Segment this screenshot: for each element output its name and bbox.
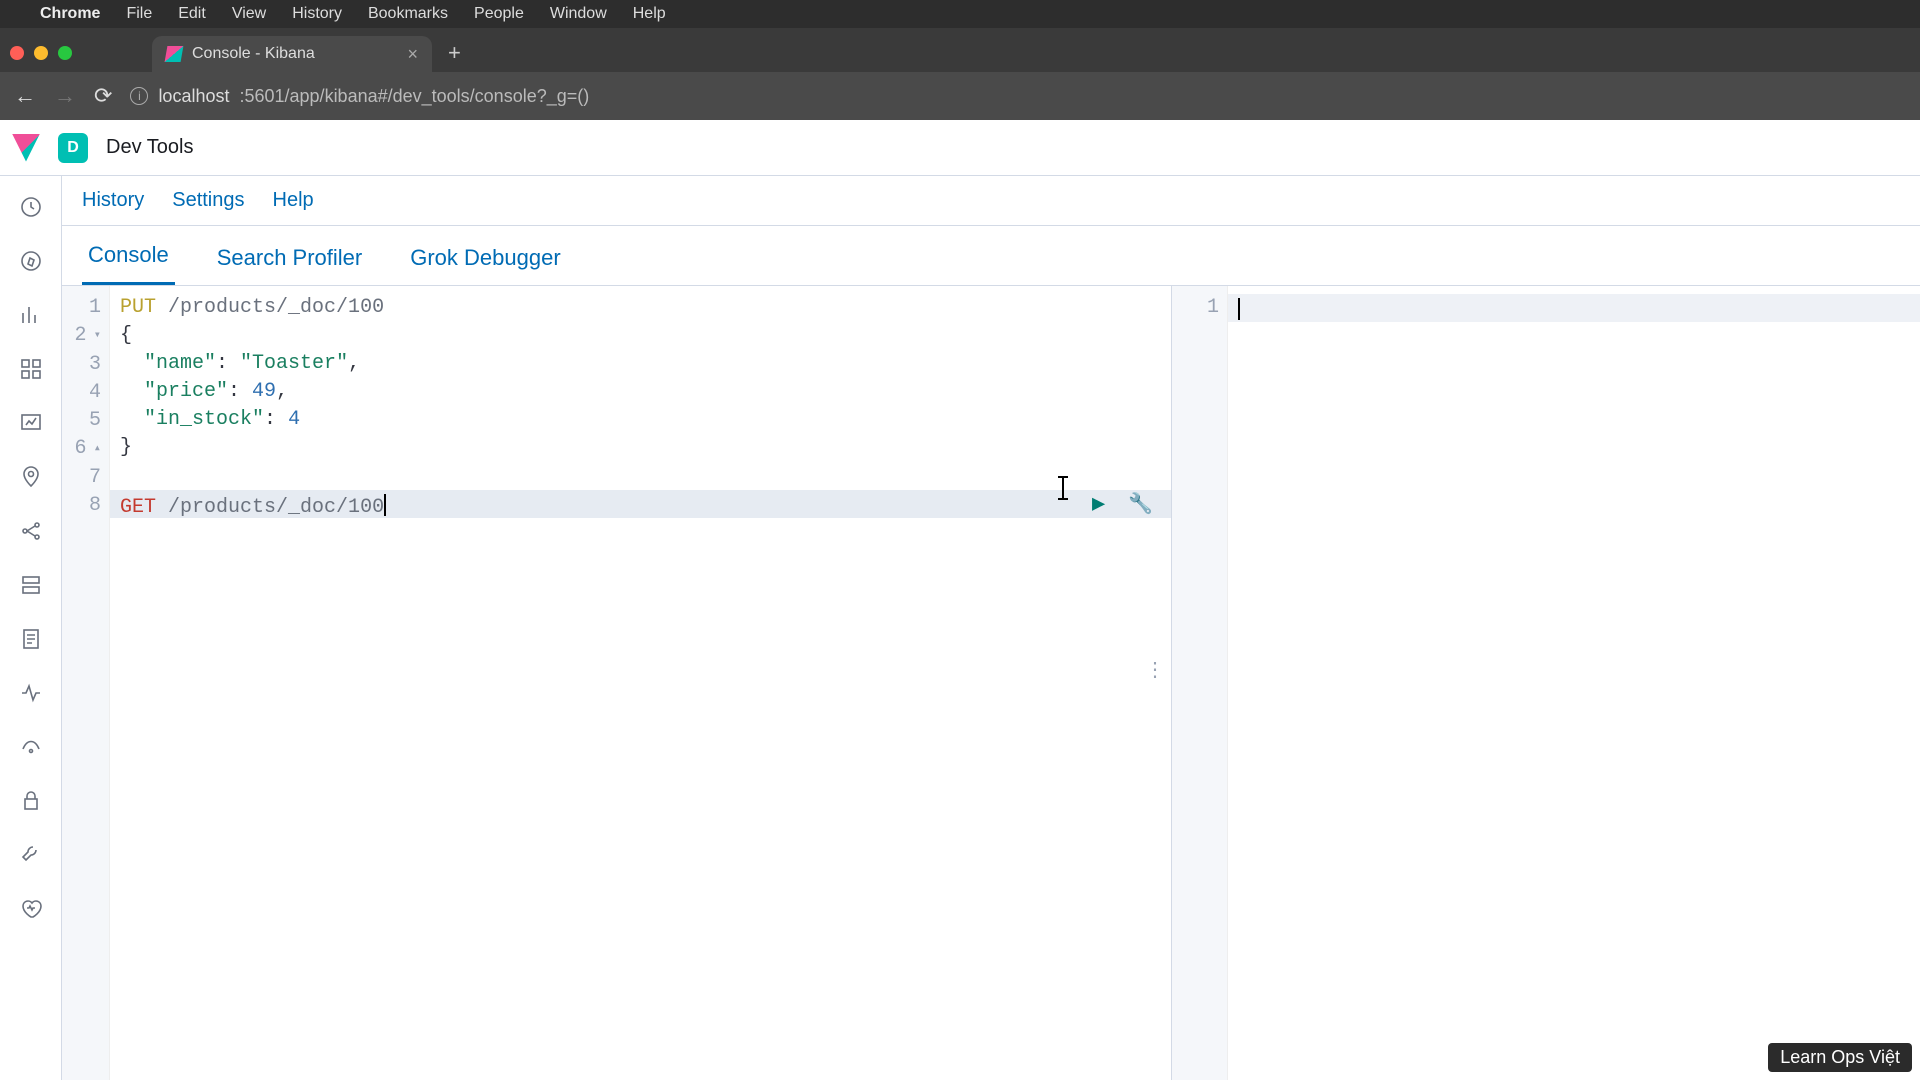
menu-window[interactable]: Window [550, 5, 607, 23]
kibana-app: D Dev Tools History Settings Help Consol… [0, 120, 1920, 1080]
link-settings[interactable]: Settings [172, 189, 244, 212]
tab-console[interactable]: Console [82, 228, 175, 285]
url-path: :5601/app/kibana#/dev_tools/console?_g=(… [239, 86, 589, 107]
response-code [1228, 286, 1920, 1080]
tab-search-profiler[interactable]: Search Profiler [211, 231, 369, 285]
kibana-logo-icon[interactable] [12, 134, 40, 162]
response-gutter: 1 [1172, 286, 1228, 1080]
nav-reload-button[interactable]: ⟳ [94, 83, 112, 109]
devtools-subheader: History Settings Help [62, 176, 1920, 226]
nav-apm-icon[interactable] [18, 680, 44, 706]
line-number: 1 [1172, 294, 1219, 322]
link-history[interactable]: History [82, 189, 144, 212]
nav-uptime-icon[interactable] [18, 734, 44, 760]
macos-menubar: Chrome File Edit View History Bookmarks … [0, 0, 1920, 28]
site-info-icon[interactable]: i [130, 87, 148, 105]
space-selector-button[interactable]: D [58, 133, 88, 163]
line-number: 4 [62, 379, 101, 407]
link-help[interactable]: Help [273, 189, 314, 212]
menu-edit[interactable]: Edit [178, 5, 206, 23]
pane-resize-handle[interactable]: ⋮ [1145, 657, 1165, 683]
text-cursor [1238, 298, 1240, 320]
nav-forward-button[interactable]: → [54, 83, 76, 109]
json-key: "name" [144, 352, 216, 375]
request-path: /products/_doc/100 [168, 496, 384, 519]
json-number: 49 [252, 380, 276, 403]
menu-people[interactable]: People [474, 5, 524, 23]
window-close-button[interactable] [10, 46, 24, 60]
chrome-window: Console - Kibana × + ← → ⟳ i localhost :5… [0, 28, 1920, 120]
line-number: 1 [62, 294, 101, 322]
response-pane[interactable]: 1 [1172, 286, 1920, 1080]
nav-ml-icon[interactable] [18, 518, 44, 544]
request-path: /products/_doc/100 [168, 296, 384, 319]
tab-grok-debugger[interactable]: Grok Debugger [404, 231, 566, 285]
window-zoom-button[interactable] [58, 46, 72, 60]
menu-history[interactable]: History [292, 5, 342, 23]
page-title: Dev Tools [106, 136, 193, 159]
tab-title: Console - Kibana [192, 45, 315, 63]
brace-close: } [120, 436, 132, 459]
devtools-tabs: Console Search Profiler Grok Debugger [62, 226, 1920, 286]
line-number: 2 ▾ [62, 322, 101, 351]
kibana-side-nav [0, 176, 62, 1080]
nav-logs-icon[interactable] [18, 626, 44, 652]
line-number: 6 ▴ [62, 435, 101, 464]
kibana-header: D Dev Tools [0, 120, 1920, 176]
tab-close-button[interactable]: × [407, 44, 418, 65]
menu-help[interactable]: Help [633, 5, 666, 23]
nav-infrastructure-icon[interactable] [18, 572, 44, 598]
window-controls [10, 46, 72, 60]
http-method: PUT [120, 296, 156, 319]
chrome-tabstrip: Console - Kibana × + [0, 28, 1920, 72]
nav-dashboard-icon[interactable] [18, 356, 44, 382]
line-number: 5 [62, 407, 101, 435]
send-request-button[interactable]: ▶ [1092, 491, 1105, 517]
menu-file[interactable]: File [126, 5, 152, 23]
tab-favicon-icon [165, 46, 184, 62]
window-minimize-button[interactable] [34, 46, 48, 60]
json-number: 4 [288, 408, 300, 431]
line-number: 3 [62, 351, 101, 379]
line-number: 7 [62, 464, 101, 492]
request-editor[interactable]: 1 2 ▾ 3 4 5 6 ▴ 7 8 PUT /products/_doc/1… [62, 286, 1172, 1080]
menubar-app-name[interactable]: Chrome [40, 5, 100, 23]
new-tab-button[interactable]: + [448, 40, 461, 66]
nav-maps-icon[interactable] [18, 464, 44, 490]
brace-open: { [120, 324, 132, 347]
request-options-button[interactable]: 🔧 [1128, 491, 1153, 517]
json-key: "in_stock" [144, 408, 264, 431]
console-panes: 1 2 ▾ 3 4 5 6 ▴ 7 8 PUT /products/_doc/1… [62, 286, 1920, 1080]
editor-code[interactable]: PUT /products/_doc/100 { "name": "Toaste… [110, 286, 1171, 1080]
nav-monitoring-icon[interactable] [18, 896, 44, 922]
nav-recent-icon[interactable] [18, 194, 44, 220]
video-watermark: Learn Ops Việt [1768, 1043, 1912, 1072]
json-key: "price" [144, 380, 228, 403]
nav-siem-icon[interactable] [18, 788, 44, 814]
url-host: localhost [158, 86, 229, 107]
nav-back-button[interactable]: ← [14, 83, 36, 109]
chrome-toolbar: ← → ⟳ i localhost :5601/app/kibana#/dev_t… [0, 72, 1920, 120]
menu-view[interactable]: View [232, 5, 266, 23]
line-number: 8 [62, 492, 101, 520]
address-bar[interactable]: i localhost :5601/app/kibana#/dev_tools/c… [130, 86, 589, 107]
nav-devtools-icon[interactable] [18, 842, 44, 868]
nav-discover-icon[interactable] [18, 248, 44, 274]
json-string: "Toaster" [240, 352, 348, 375]
mouse-text-cursor-icon [1062, 476, 1064, 500]
http-method: GET [120, 496, 156, 519]
browser-tab[interactable]: Console - Kibana × [152, 36, 432, 72]
nav-canvas-icon[interactable] [18, 410, 44, 436]
menu-bookmarks[interactable]: Bookmarks [368, 5, 448, 23]
text-cursor [384, 494, 386, 516]
editor-gutter: 1 2 ▾ 3 4 5 6 ▴ 7 8 [62, 286, 110, 1080]
nav-visualize-icon[interactable] [18, 302, 44, 328]
